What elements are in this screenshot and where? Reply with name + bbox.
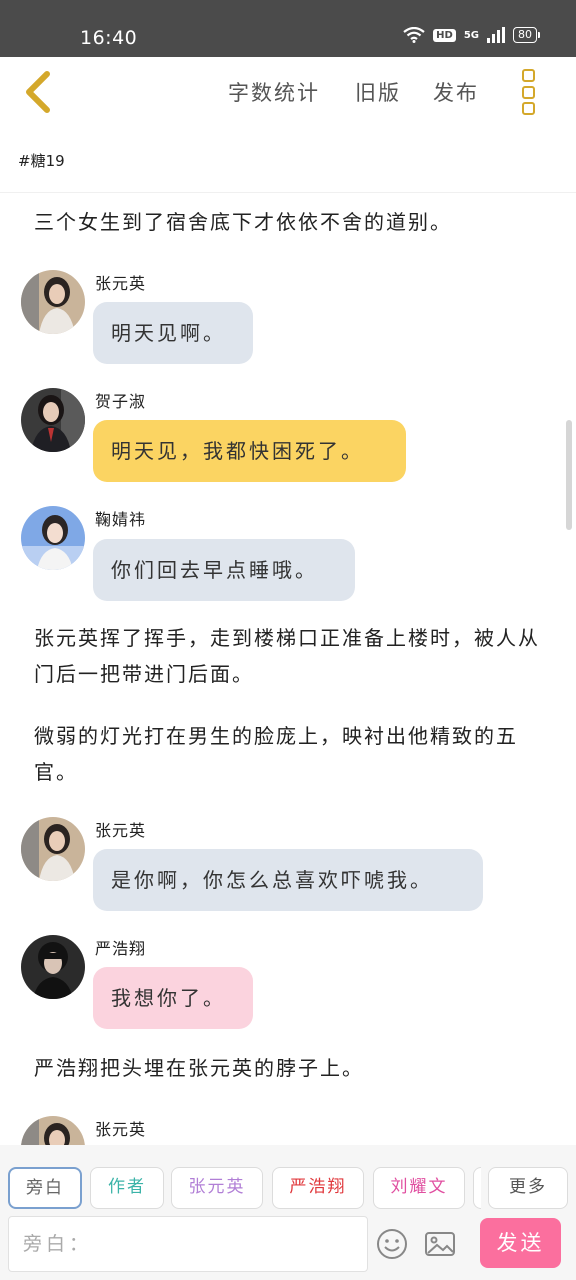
message-bubble[interactable]: 是你啊，你怎么总喜欢吓唬我。 <box>93 849 483 911</box>
role-chip-author[interactable]: 作者 <box>90 1167 164 1209</box>
emoji-icon[interactable] <box>375 1227 409 1261</box>
avatar[interactable] <box>21 388 85 452</box>
battery-level: 80 <box>513 27 537 43</box>
send-button[interactable]: 发送 <box>480 1218 561 1268</box>
role-chip-narration[interactable]: 旁白 <box>8 1167 82 1209</box>
speaker-name: 鞠婧祎 <box>95 510 147 529</box>
chapter-title[interactable]: #糖19 <box>18 150 65 171</box>
speaker-name: 贺子淑 <box>95 392 147 411</box>
narration-text: 张元英挥了挥手，走到楼梯口正准备上楼时，被人从门后一把带进门后面。 <box>34 626 540 686</box>
more-menu-icon[interactable] <box>522 69 538 115</box>
message-input[interactable]: 旁白： <box>8 1216 368 1272</box>
status-time: 16:40 <box>80 27 138 49</box>
speaker-name: 严浩翔 <box>95 939 147 958</box>
word-count-button[interactable]: 字数统计 <box>228 77 320 107</box>
role-chip-character[interactable]: 严浩翔 <box>272 1167 364 1209</box>
narration-text: 严浩翔把头埋在张元英的脖子上。 <box>34 1056 364 1080</box>
message-bubble[interactable]: 明天见，我都快困死了。 <box>93 420 406 482</box>
speaker-name: 张元英 <box>95 274 147 293</box>
signal-icon <box>487 27 505 43</box>
speaker-name: 张元英 <box>95 821 147 840</box>
message-bubble[interactable]: 我想你了。 <box>93 967 253 1029</box>
scrollbar[interactable] <box>566 420 572 530</box>
avatar[interactable] <box>21 817 85 881</box>
speaker-name: 张元英 <box>95 1120 147 1139</box>
avatar[interactable] <box>21 270 85 334</box>
network-type: 5G <box>463 29 479 41</box>
hd-badge: HD <box>433 28 456 42</box>
wifi-icon <box>403 27 425 43</box>
role-chip-hidden[interactable] <box>473 1167 481 1209</box>
role-chip-more[interactable]: 更多 <box>488 1167 568 1209</box>
image-icon[interactable] <box>423 1227 457 1261</box>
old-version-button[interactable]: 旧版 <box>355 77 401 107</box>
back-arrow-icon[interactable] <box>20 69 56 115</box>
message-bubble[interactable]: 明天见啊。 <box>93 302 253 364</box>
role-chip-character[interactable]: 刘耀文 <box>373 1167 465 1209</box>
status-icons: HD 5G 80 <box>403 27 540 43</box>
battery-icon: 80 <box>513 27 540 43</box>
narration-text: 微弱的灯光打在男生的脸庞上，映衬出他精致的五官。 <box>34 724 518 784</box>
composer-bar: 旁白 作者 张元英 严浩翔 刘耀文 更多 旁白： 发送 <box>0 1145 576 1280</box>
publish-button[interactable]: 发布 <box>433 77 479 107</box>
narration-text: 三个女生到了宿舍底下才依依不舍的道别。 <box>34 210 452 234</box>
message-bubble[interactable]: 你们回去早点睡哦。 <box>93 539 355 601</box>
avatar[interactable] <box>21 506 85 570</box>
status-bar: 16:40 HD 5G 80 <box>0 0 576 57</box>
avatar[interactable] <box>21 935 85 999</box>
top-toolbar: 字数统计 旧版 发布 <box>0 57 576 132</box>
role-chip-character[interactable]: 张元英 <box>171 1167 263 1209</box>
divider <box>0 192 576 193</box>
